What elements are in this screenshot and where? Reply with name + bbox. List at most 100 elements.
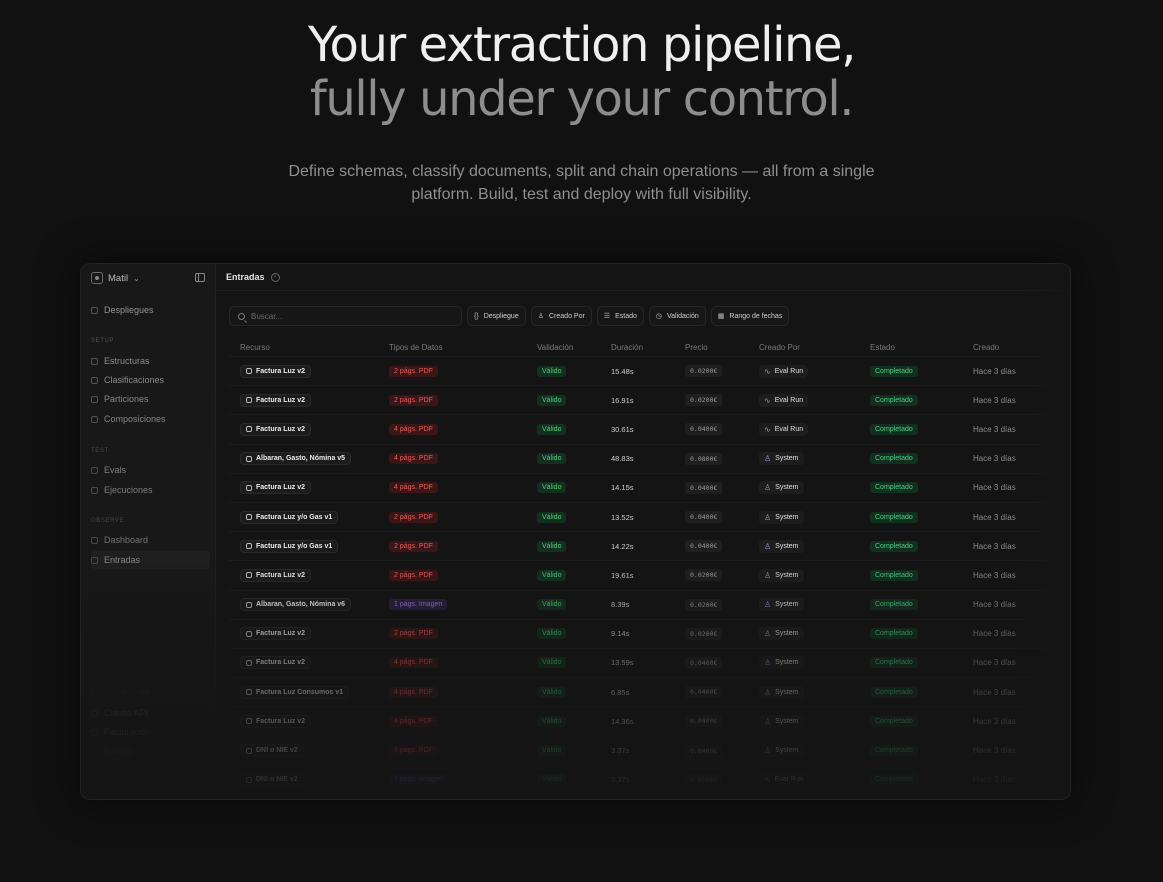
filter-validacion-button[interactable]: ◷ Validación xyxy=(648,306,706,326)
search-input[interactable]: Buscar... xyxy=(229,306,462,326)
table-row[interactable]: Factura Luz y/o Gas v1 2 págs. PDF Válido 1… xyxy=(229,531,1049,560)
resource-pill[interactable]: DNI o NIE v2 xyxy=(240,744,304,758)
creator-pill[interactable]: ♙ System xyxy=(759,539,804,553)
column-header-creado-por[interactable]: Creado Por xyxy=(759,343,870,352)
sidebar-item-facturacion[interactable]: Facturación xyxy=(91,723,210,741)
cell-recurso: Factura Luz v2 xyxy=(229,656,389,670)
creator-pill[interactable]: ♙ System xyxy=(759,481,804,495)
creator-pill[interactable]: ∿ Eval Run xyxy=(759,364,809,378)
data-type-badge: 4 págs. PDF xyxy=(389,745,438,757)
resource-pill[interactable]: Factura Luz y/o Gas v1 xyxy=(240,510,339,524)
cell-creado-por: ♙ System xyxy=(759,481,870,495)
table-row[interactable]: Factura Luz v2 4 págs. PDF Válido 14.36s 0.0… xyxy=(229,706,1049,735)
resource-pill[interactable]: Factura Luz v2 xyxy=(240,714,312,728)
cell-estado: Completado xyxy=(870,628,973,640)
table-row[interactable]: Factura Luz v2 4 págs. PDF Válido 13.59s 0.0… xyxy=(229,647,1049,677)
resource-pill[interactable]: Factura Luz v2 xyxy=(240,656,312,670)
resource-pill[interactable]: DNI o NIE v2 xyxy=(240,773,304,787)
creator-pill[interactable]: ♙ System xyxy=(759,510,804,524)
resource-pill[interactable]: Factura Luz Consumos v1 xyxy=(240,685,350,699)
table-row[interactable]: Factura Luz v2 2 págs. PDF Válido 9.14s 0.02… xyxy=(229,618,1049,648)
resource-pill[interactable]: Factura Luz y/o Gas v1 xyxy=(240,539,339,553)
filter-rango-fechas-button[interactable]: ▦ Rango de fechas xyxy=(710,306,790,326)
sidebar-item-particiones[interactable]: Particiones xyxy=(91,390,210,408)
creator-pill[interactable]: ∿ Eval Run xyxy=(759,422,809,436)
resource-pill[interactable]: Factura Luz v2 xyxy=(240,422,312,436)
column-header-recurso[interactable]: Recurso xyxy=(229,343,389,352)
sidebar-item-clasificaciones[interactable]: Clasificaciones xyxy=(91,371,210,389)
price-tag: 0.0200€ xyxy=(685,598,723,611)
sidebar-section-heading: Configuración xyxy=(91,690,150,696)
rocket-icon xyxy=(91,306,98,314)
table-row[interactable]: Albaran, Gasto, Nómina v5 4 págs. PDF Váli… xyxy=(229,443,1049,473)
column-header-creado[interactable]: Creado xyxy=(973,343,1049,352)
cell-tipo: 4 págs. PDF xyxy=(389,423,537,435)
sidebar-item-composiciones[interactable]: Composiciones xyxy=(91,410,210,428)
table-row[interactable]: DNI o NIE v2 4 págs. PDF Válido 3.37s 0.0400… xyxy=(229,735,1049,764)
creator-pill[interactable]: ∿ Eval Run xyxy=(759,773,809,787)
creator-pill[interactable]: ♙ System xyxy=(759,627,804,641)
cell-precio: 0.0200€ xyxy=(685,365,759,378)
column-header-estado[interactable]: Estado xyxy=(870,343,973,352)
filter-creado-por-button[interactable]: ♙ Creado Por xyxy=(530,306,592,326)
price-tag: 0.0400€ xyxy=(685,744,723,757)
creator-pill[interactable]: ♙ System xyxy=(759,598,804,612)
resource-pill[interactable]: Albaran, Gasto, Nómina v5 xyxy=(240,452,352,466)
sidebar-item-label: Entradas xyxy=(104,555,141,565)
inbox-icon xyxy=(91,556,98,564)
creator-pill[interactable]: ♙ System xyxy=(759,452,804,466)
cell-recurso: Factura Luz y/o Gas v1 xyxy=(229,510,389,524)
creator-pill[interactable]: ♙ System xyxy=(759,656,804,670)
table-row[interactable]: Factura Luz v2 4 págs. PDF Válido 30.61s 0.0… xyxy=(229,414,1049,443)
price-tag: 0.0200€ xyxy=(685,394,723,407)
table-row[interactable]: Factura Luz Consumos v1 4 págs. PDF Válido… xyxy=(229,677,1049,706)
split-icon xyxy=(91,395,98,403)
filter-estado-button[interactable]: ☰ Estado xyxy=(596,306,644,326)
creator-pill[interactable]: ∿ Eval Run xyxy=(759,393,809,407)
table-row[interactable]: Factura Luz v2 2 págs. PDF Válido 15.48s 0.0… xyxy=(229,356,1049,385)
resource-pill[interactable]: Albaran, Gasto, Nómina v6 xyxy=(240,598,352,612)
activity-icon: ∿ xyxy=(764,424,771,434)
cell-creado: Hace 3 días xyxy=(973,366,1016,376)
sidebar-collapse-icon[interactable] xyxy=(195,273,205,282)
cell-creado-por: ♙ System xyxy=(759,452,870,466)
sidebar-item-despliegues[interactable]: Despliegues xyxy=(91,301,210,319)
cell-estado: Completado xyxy=(870,686,973,698)
creator-pill[interactable]: ♙ System xyxy=(759,714,804,728)
resource-pill[interactable]: Factura Luz v2 xyxy=(240,568,312,582)
column-header-precio[interactable]: Precio xyxy=(685,343,759,352)
table-row[interactable]: Factura Luz v2 2 págs. PDF Válido 16.91s 0.0… xyxy=(229,385,1049,414)
table-row[interactable]: Factura Luz y/o Gas v1 2 págs. PDF Válido 1… xyxy=(229,501,1049,531)
creator-pill[interactable]: ♙ System xyxy=(759,685,804,699)
sidebar-item-evals[interactable]: Evals xyxy=(91,461,210,479)
validation-badge: Válido xyxy=(537,569,567,581)
table-row[interactable]: Factura Luz v2 4 págs. PDF Válido 14.15s 0.0… xyxy=(229,472,1049,502)
org-switcher[interactable]: Matil ⌄ xyxy=(91,272,140,284)
info-icon[interactable]: i xyxy=(270,272,280,282)
column-header-tipos[interactable]: Tipos de Datos xyxy=(389,343,537,352)
status-badge: Completado xyxy=(870,482,918,494)
table-row[interactable]: Factura Luz v2 2 págs. PDF Válido 19.61s 0.0… xyxy=(229,560,1049,589)
creator-pill[interactable]: ♙ System xyxy=(759,744,804,758)
column-header-duracion[interactable]: Duración xyxy=(611,343,685,352)
table-row[interactable]: DNI o NIE v2 1 págs. Imagen Válido 3.37s 0.0… xyxy=(229,764,1049,794)
sidebar-item-entradas[interactable]: Entradas xyxy=(91,551,210,569)
sidebar-item-equipo[interactable]: Equipo xyxy=(91,742,210,760)
resource-pill[interactable]: Factura Luz v2 xyxy=(240,627,312,641)
status-badge: Completado xyxy=(870,774,918,786)
filter-label: Validación xyxy=(666,312,699,320)
sidebar-item-dashboard[interactable]: Dashboard xyxy=(91,531,210,549)
creator-pill[interactable]: ♙ System xyxy=(759,568,804,582)
column-header-validacion[interactable]: Validación xyxy=(537,343,611,352)
sidebar-item-claves-api[interactable]: Claves API xyxy=(91,704,210,722)
sidebar-item-ejecuciones[interactable]: Ejecuciones xyxy=(91,481,210,499)
table-row[interactable]: Albaran, Gasto, Nómina v6 1 págs. Imagen V… xyxy=(229,589,1049,619)
sidebar-item-estructuras[interactable]: Estructuras xyxy=(91,352,210,370)
cell-creado: Hace 3 días xyxy=(973,483,1016,493)
cell-estado: Completado xyxy=(870,715,973,727)
resource-pill[interactable]: Factura Luz v2 xyxy=(240,364,312,378)
users-icon xyxy=(91,747,98,755)
filter-despliegue-button[interactable]: {} Despliegue xyxy=(467,306,526,326)
resource-pill[interactable]: Factura Luz v2 xyxy=(240,481,312,495)
resource-pill[interactable]: Factura Luz v2 xyxy=(240,393,312,407)
